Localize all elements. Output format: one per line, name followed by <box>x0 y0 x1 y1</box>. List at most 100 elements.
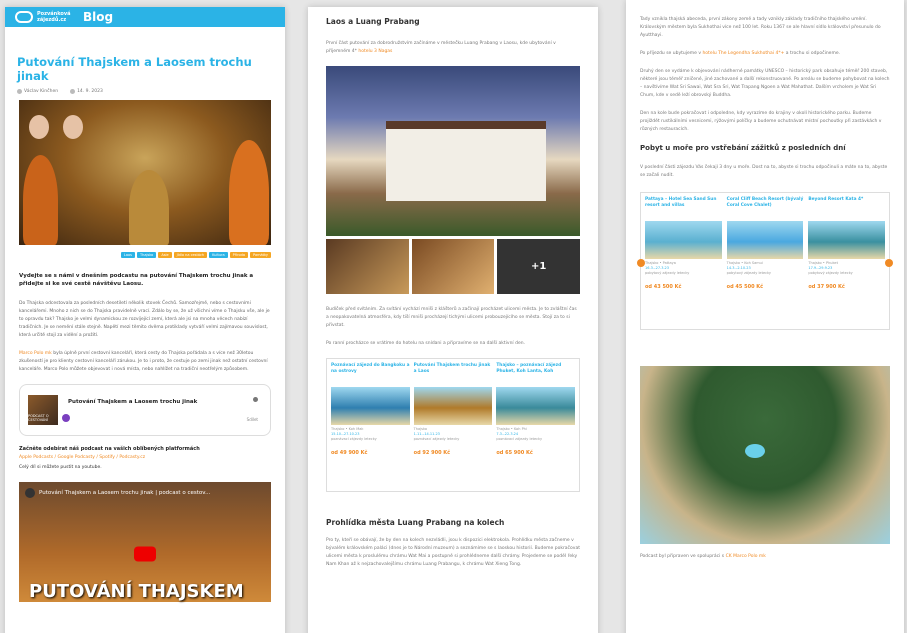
blog-header: Pozvánková zájezdů.cz Blog <box>5 7 285 27</box>
tour-card-image[interactable] <box>645 221 722 259</box>
channel-avatar <box>25 488 35 498</box>
podcast-title: Putování Thajskem a Laosem trochu jinak <box>68 399 198 405</box>
tour-card-image[interactable] <box>496 387 576 425</box>
youtube-note: Celý díl si můžete pustit na youtube. <box>19 465 102 470</box>
tour-card-price: od 65 900 Kč <box>496 450 533 456</box>
tour-card-tags: pobytový zájezdy letecky <box>726 271 771 275</box>
tour-card-price: od 43 500 Kč <box>645 284 682 290</box>
monk-figure <box>229 140 269 245</box>
tour-card-title[interactable]: Beyond Resort Kata 4* <box>808 197 885 219</box>
hotel-building <box>386 121 546 201</box>
paragraph: Do Thajska odcestovala za posledních des… <box>19 301 270 338</box>
tag[interactable]: Jídlo na cestách <box>173 252 208 258</box>
paragraph: Budíček před svítáním. Za svítání vycház… <box>326 307 577 328</box>
resort-aerial-photo <box>640 366 890 544</box>
podcast-cover: PODCAST O CESTOVÁNÍ <box>28 395 58 425</box>
marco-polo-link[interactable]: Marco Polo mk <box>19 351 52 356</box>
post-lead: Vydejte se s námi v dnešním podcastu na … <box>19 273 254 287</box>
blog-title[interactable]: Blog <box>83 10 113 24</box>
post-meta: Václav Kinčhen 14. 9. 2023 <box>17 89 273 94</box>
more-photos-button[interactable]: +1 <box>497 239 581 294</box>
tour-card-tags: poznávací zájezdy letecky <box>496 437 543 441</box>
tour-card-image[interactable] <box>331 387 410 425</box>
video-title[interactable]: Putování Thajskem a Laosem trochu jinak … <box>39 490 210 496</box>
tag[interactable]: Památky <box>250 252 271 258</box>
tour-card-title[interactable]: Poznávací zájezd do Bangkoku a na ostrov… <box>331 363 410 385</box>
tour-card-tags: poznávací zájezdy letecky <box>413 437 460 441</box>
chat-bubble-icon <box>15 11 33 23</box>
site-logo[interactable]: Pozvánková zájezdů.cz <box>15 11 77 23</box>
paragraph: Druhý den se vydáme k objevování nádhern… <box>640 69 890 98</box>
carousel-next-icon[interactable] <box>885 259 893 267</box>
tour-card-title[interactable]: Putování Thajskem trochu jinak a Laos <box>414 363 493 385</box>
tour-card[interactable]: Poznávací zájezd do Bangkoku a na ostrov… <box>331 363 410 487</box>
host-face <box>29 115 49 139</box>
tour-card-image[interactable] <box>808 221 886 259</box>
tour-card-price: od 37 900 Kč <box>808 284 845 290</box>
monk-figure <box>23 155 58 245</box>
paragraph: Po příjezdu se ubytujeme v hotelu The Le… <box>640 51 841 56</box>
tag-list: Laos Thajsko Asie Jídlo na cestách Kultura Př… <box>19 252 271 258</box>
video-thumbnail-text: PUTOVÁNÍ THAJSKEM <box>29 581 244 602</box>
photo-thumbnails: +1 <box>326 239 581 294</box>
tour-card[interactable]: Coral Cliff Beach Resort (bývalý Coral C… <box>726 197 804 325</box>
youtube-video[interactable]: Putování Thajskem a Laosem trochu jinak … <box>19 482 271 602</box>
legendha-hotel-link[interactable]: hotelu The Legendha Sukhothai 4*+ <box>702 51 784 56</box>
post-title: Putování Thajskem a Laosem trochu jinak <box>17 55 252 83</box>
share-button[interactable]: Sdílet <box>247 417 258 422</box>
paragraph: Po ranní procházce se vrátíme do hotelu … <box>326 341 526 346</box>
tag[interactable]: Příroda <box>229 252 248 258</box>
tour-card-tags: pobytový zájezdy letecky <box>645 271 690 275</box>
thumbnail-interior[interactable] <box>411 239 495 294</box>
blog-post-panel-middle: Laos a Luang Prabang První část putování… <box>308 7 598 633</box>
hotel-main-photo[interactable] <box>326 66 580 236</box>
tag[interactable]: Thajsko <box>136 252 157 258</box>
date: 14. 9. 2023 <box>70 89 103 94</box>
pool <box>745 444 765 458</box>
tag[interactable]: Kultura <box>209 252 228 258</box>
tour-card[interactable]: Pattaya – Hotel Sea Sand Sun resort and … <box>645 197 722 325</box>
clock-icon <box>70 89 76 94</box>
logo-text: Pozvánková zájezdů.cz <box>37 11 71 23</box>
tour-card[interactable]: Putování Thajskem trochu jinak a Laos Th… <box>413 363 493 487</box>
gear-icon[interactable] <box>253 397 258 402</box>
tag[interactable]: Asie <box>158 252 172 258</box>
tour-card-title[interactable]: Pattaya – Hotel Sea Sand Sun resort and … <box>645 197 722 219</box>
tour-card[interactable]: Thajsko – poznávací zájezd Phuket, Koh L… <box>496 363 576 487</box>
blog-post-panel-left: Pozvánková zájezdů.cz Blog Putování Thaj… <box>5 7 285 633</box>
tour-card-tags: poznávací zájezdy letecky <box>331 437 377 441</box>
tour-card-title[interactable]: Thajsko – poznávací zájezd Phuket, Koh L… <box>496 363 575 385</box>
paragraph: Den na kole bude pokračovat i odpoledne,… <box>640 111 882 132</box>
author: Václav Kinčhen <box>17 89 58 94</box>
blog-post-panel-right: Tady vznikla thajská abeceda, první záko… <box>626 0 904 633</box>
carousel-prev-icon[interactable] <box>637 259 645 267</box>
section-heading-bikes: Prohlídka města Luang Prabang na kolech <box>326 518 505 527</box>
section-heading-laos: Laos a Luang Prabang <box>326 17 420 26</box>
podcast-player[interactable]: PODCAST O CESTOVÁNÍ Putování Thajskem a … <box>19 384 271 436</box>
tour-card-image[interactable] <box>413 387 493 425</box>
marco-polo-credit-link[interactable]: CK Marco Polo mk <box>726 554 766 559</box>
paragraph: Tady vznikla thajská abeceda, první záko… <box>640 17 881 38</box>
thumbnail-room[interactable] <box>326 239 409 294</box>
user-icon <box>17 89 22 94</box>
hotel-3-nagas-link[interactable]: hotelu 3 Nagas <box>358 49 392 54</box>
tour-card[interactable]: Beyond Resort Kata 4* Thajsko • Phuket 1… <box>808 197 886 325</box>
buddha-statue <box>129 170 169 245</box>
section-heading-beach: Pobyt u moře pro vstřebání zážitků z pos… <box>640 144 846 152</box>
platform-links[interactable]: Apple Podcasts / Google Podcasty / Spoti… <box>19 454 271 462</box>
host-face <box>63 115 83 139</box>
hero-image-buddha-monks <box>19 100 271 245</box>
paragraph: První část putování za dobrodružstvím za… <box>326 41 556 54</box>
tour-card-title[interactable]: Coral Cliff Beach Resort (bývalý Coral C… <box>727 197 804 219</box>
play-icon[interactable] <box>62 414 70 422</box>
tag[interactable]: Laos <box>120 252 135 258</box>
tour-card-image[interactable] <box>726 221 804 259</box>
paragraph: V poslední části zájezdu Vás čekají 3 dn… <box>640 165 888 178</box>
tour-cards: Poznávací zájezd do Bangkoku a na ostrov… <box>326 358 580 492</box>
tour-card-price: od 45 500 Kč <box>726 284 764 290</box>
paragraph-marco-polo: Marco Polo mk byla úplně první cestovní … <box>19 351 268 372</box>
youtube-play-icon[interactable] <box>134 546 156 562</box>
tour-card-price: od 92 900 Kč <box>413 450 451 456</box>
paragraph: Pro ty, kteří se obávají, že by den na k… <box>326 538 580 567</box>
subscribe-heading: Začněte odebírat náš podcast na vašich o… <box>19 446 200 452</box>
